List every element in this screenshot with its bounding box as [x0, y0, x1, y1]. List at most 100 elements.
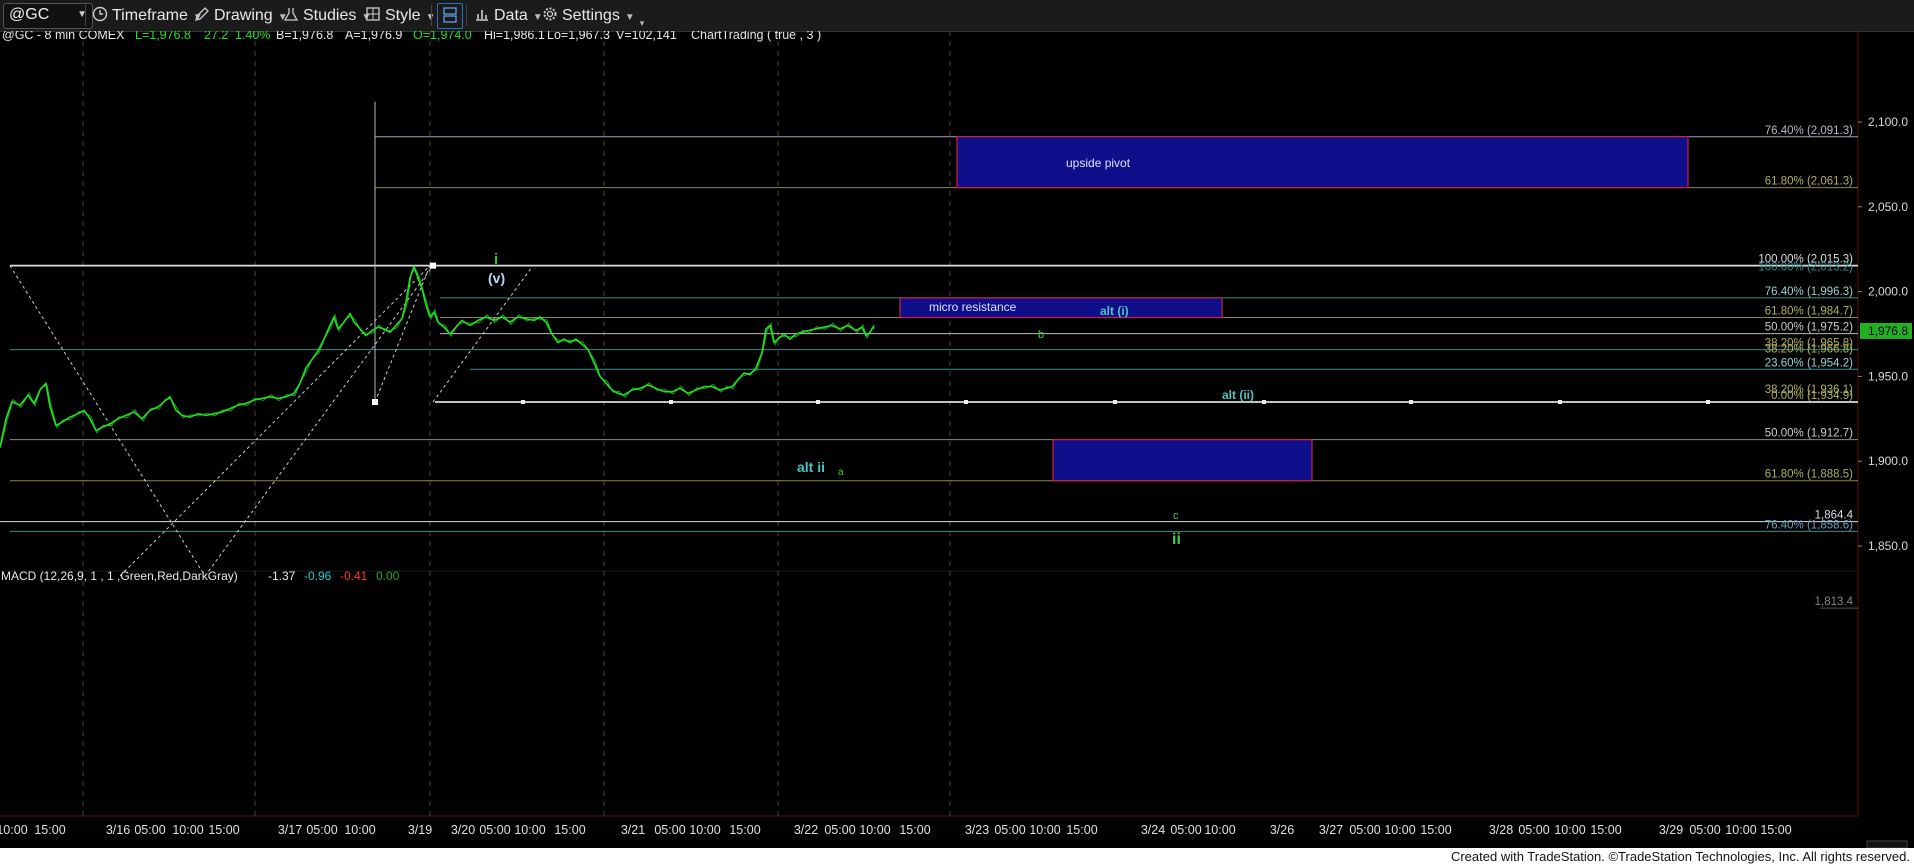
x-tick-label: 15:00 [34, 823, 65, 837]
fib-level-label: 61.80% (2,061.3) [1765, 176, 1853, 188]
chevron-down-icon: ▾ [639, 18, 645, 28]
ask-price: A=1,976.9 [345, 31, 402, 42]
fib-level-label: 61.80% (1,888.5) [1765, 469, 1853, 481]
chart-grid [82, 31, 951, 816]
price-line [0, 265, 875, 448]
x-tick-label: 15:00 [729, 823, 760, 837]
x-tick-label: 10:00 [344, 823, 375, 837]
layout-button[interactable] [437, 3, 463, 29]
wave-label: a [838, 467, 844, 478]
x-tick-label: 3/29 [1659, 823, 1683, 837]
settings-label: Settings [562, 7, 620, 24]
pencil-icon [194, 0, 210, 31]
x-tick-label: 05:00 [1170, 823, 1201, 837]
fib-level-label: 1,813.4 [1815, 596, 1854, 608]
zone-box-label: micro resistance [929, 300, 1017, 314]
flask-icon [283, 0, 299, 31]
copyright-text: Created with TradeStation. ©TradeStation… [1450, 849, 1910, 864]
high-price: Hi=1,986.1 [484, 31, 545, 42]
x-tick-label: 3/22 [794, 823, 818, 837]
level-marker [1706, 400, 1710, 405]
timeframe-menu[interactable]: Timeframe ▼ [92, 0, 203, 31]
x-tick-label: 3/20 [451, 823, 475, 837]
x-tick-label: 05:00 [994, 823, 1025, 837]
trend-line [204, 265, 434, 577]
data-menu[interactable]: Data ▼ [474, 0, 543, 31]
x-tick-label: 3/21 [621, 823, 645, 837]
chevron-down-icon: ▼ [624, 12, 635, 23]
price-change: 27.2 [204, 31, 228, 42]
timeframe-label: Timeframe [112, 7, 188, 24]
x-tick-label: 15:00 [899, 823, 930, 837]
studies-menu[interactable]: Studies ▼ [283, 0, 371, 31]
x-tick-label: 05:00 [479, 823, 510, 837]
fib-level-label: 50.00% (1,912.7) [1765, 428, 1853, 440]
y-tick-label: 1,950.0 [1868, 369, 1908, 383]
x-tick-label: 05:00 [1518, 823, 1549, 837]
y-tick-label: 1,900.0 [1868, 454, 1908, 468]
level-marker [816, 400, 820, 405]
bar-chart-icon [474, 0, 490, 31]
data-label: Data [494, 7, 528, 24]
chart-trading-status: ChartTrading ( true , 3 ) [691, 31, 821, 42]
volume: V=102,141 [616, 31, 677, 42]
wave-label: alt ii [797, 459, 825, 475]
fib-level-label: 76.40% (1,858.6) [1765, 519, 1853, 531]
x-tick-label: 10:00 [1554, 823, 1585, 837]
bid-price: B=1,976.8 [276, 31, 333, 42]
y-tick-label: 2,000.0 [1868, 285, 1908, 299]
drawing-label: Drawing [214, 7, 273, 24]
wave-annotations: i (v) alt (i) b alt (ii) alt ii a c ii [488, 251, 1254, 548]
x-tick-label: 3/26 [1270, 823, 1294, 837]
drawing-menu[interactable]: Drawing ▼ [194, 0, 288, 31]
fib-level-label: 50.00% (1,975.2) [1765, 322, 1853, 334]
studies-label: Studies [303, 7, 357, 24]
chart-symbol-line: @GC - 8 min COMEX [2, 31, 125, 42]
price-chart[interactable]: 76.40% (2,091.3) 61.80% (2,061.3) 100.00% … [0, 31, 1914, 848]
macd-value-1: -1.37 [268, 569, 296, 583]
x-tick-label: 10:00 [1204, 823, 1235, 837]
toolbar-separator [466, 5, 467, 26]
settings-menu[interactable]: Settings ▼ ▾ [542, 0, 644, 31]
low-price: Lo=1,967.3 [547, 31, 610, 42]
x-tick-label: 3/16 [106, 823, 130, 837]
wave-label: alt (i) [1100, 304, 1129, 318]
wave-label: ii [1172, 531, 1181, 548]
y-tick-label: 2,100.0 [1868, 115, 1908, 129]
style-menu[interactable]: Style▼ [365, 0, 435, 31]
x-tick-label: 3/23 [965, 823, 989, 837]
macd-value-4: 0.00 [376, 569, 400, 583]
x-tick-label: 05:00 [1689, 823, 1720, 837]
fib-level-label-overlap: 100.00% (2,013.2) [1758, 262, 1853, 274]
style-label: Style [385, 7, 421, 24]
macd-value-2: -0.96 [304, 569, 332, 583]
x-tick-label: 15:00 [554, 823, 585, 837]
x-tick-label: 10:00 [172, 823, 203, 837]
open-price: O=1,974.0 [413, 31, 472, 42]
layout-icon [442, 7, 458, 24]
x-tick-label: 10:00 [1384, 823, 1415, 837]
x-tick-label: 10:00 [689, 823, 720, 837]
fib-level-label: 61.80% (1,984.7) [1765, 306, 1853, 318]
toolbar: @GC ▼ Timeframe ▼ Drawing ▼ Studies ▼ Style… [0, 0, 1914, 32]
wave-label: alt (ii) [1222, 388, 1254, 402]
level-marker [1558, 400, 1562, 405]
symbol-selector[interactable]: @GC ▼ [3, 3, 93, 29]
price-axis: 1,850.0 1,900.0 1,950.0 2,000.0 2,050.0 2,100… [1858, 115, 1912, 553]
x-tick-label: 10:00 [859, 823, 890, 837]
time-axis: 10:0015:003/1605:0010:0015:003/1705:0010… [0, 823, 1908, 848]
fib-level-label-overlap: 38.20% (1,936.1) [1765, 384, 1853, 396]
wave-label: (v) [488, 270, 505, 286]
style-icon [365, 0, 381, 31]
level-marker [669, 400, 673, 405]
zone-boxes: upside pivot micro resistance [899, 136, 1689, 482]
macd-label: MACD (12,26,9, 1 , 1 ,Green,Red,DarkGray… [1, 569, 238, 583]
level-marker [521, 400, 525, 405]
fib-level-label: 76.40% (1,996.3) [1765, 286, 1853, 298]
gear-icon [542, 0, 558, 31]
level-marker [1409, 400, 1413, 405]
x-tick-label: 05:00 [306, 823, 337, 837]
level-marker [1113, 400, 1117, 405]
scroll-handle [1866, 840, 1908, 848]
price-wicks [0, 267, 876, 446]
